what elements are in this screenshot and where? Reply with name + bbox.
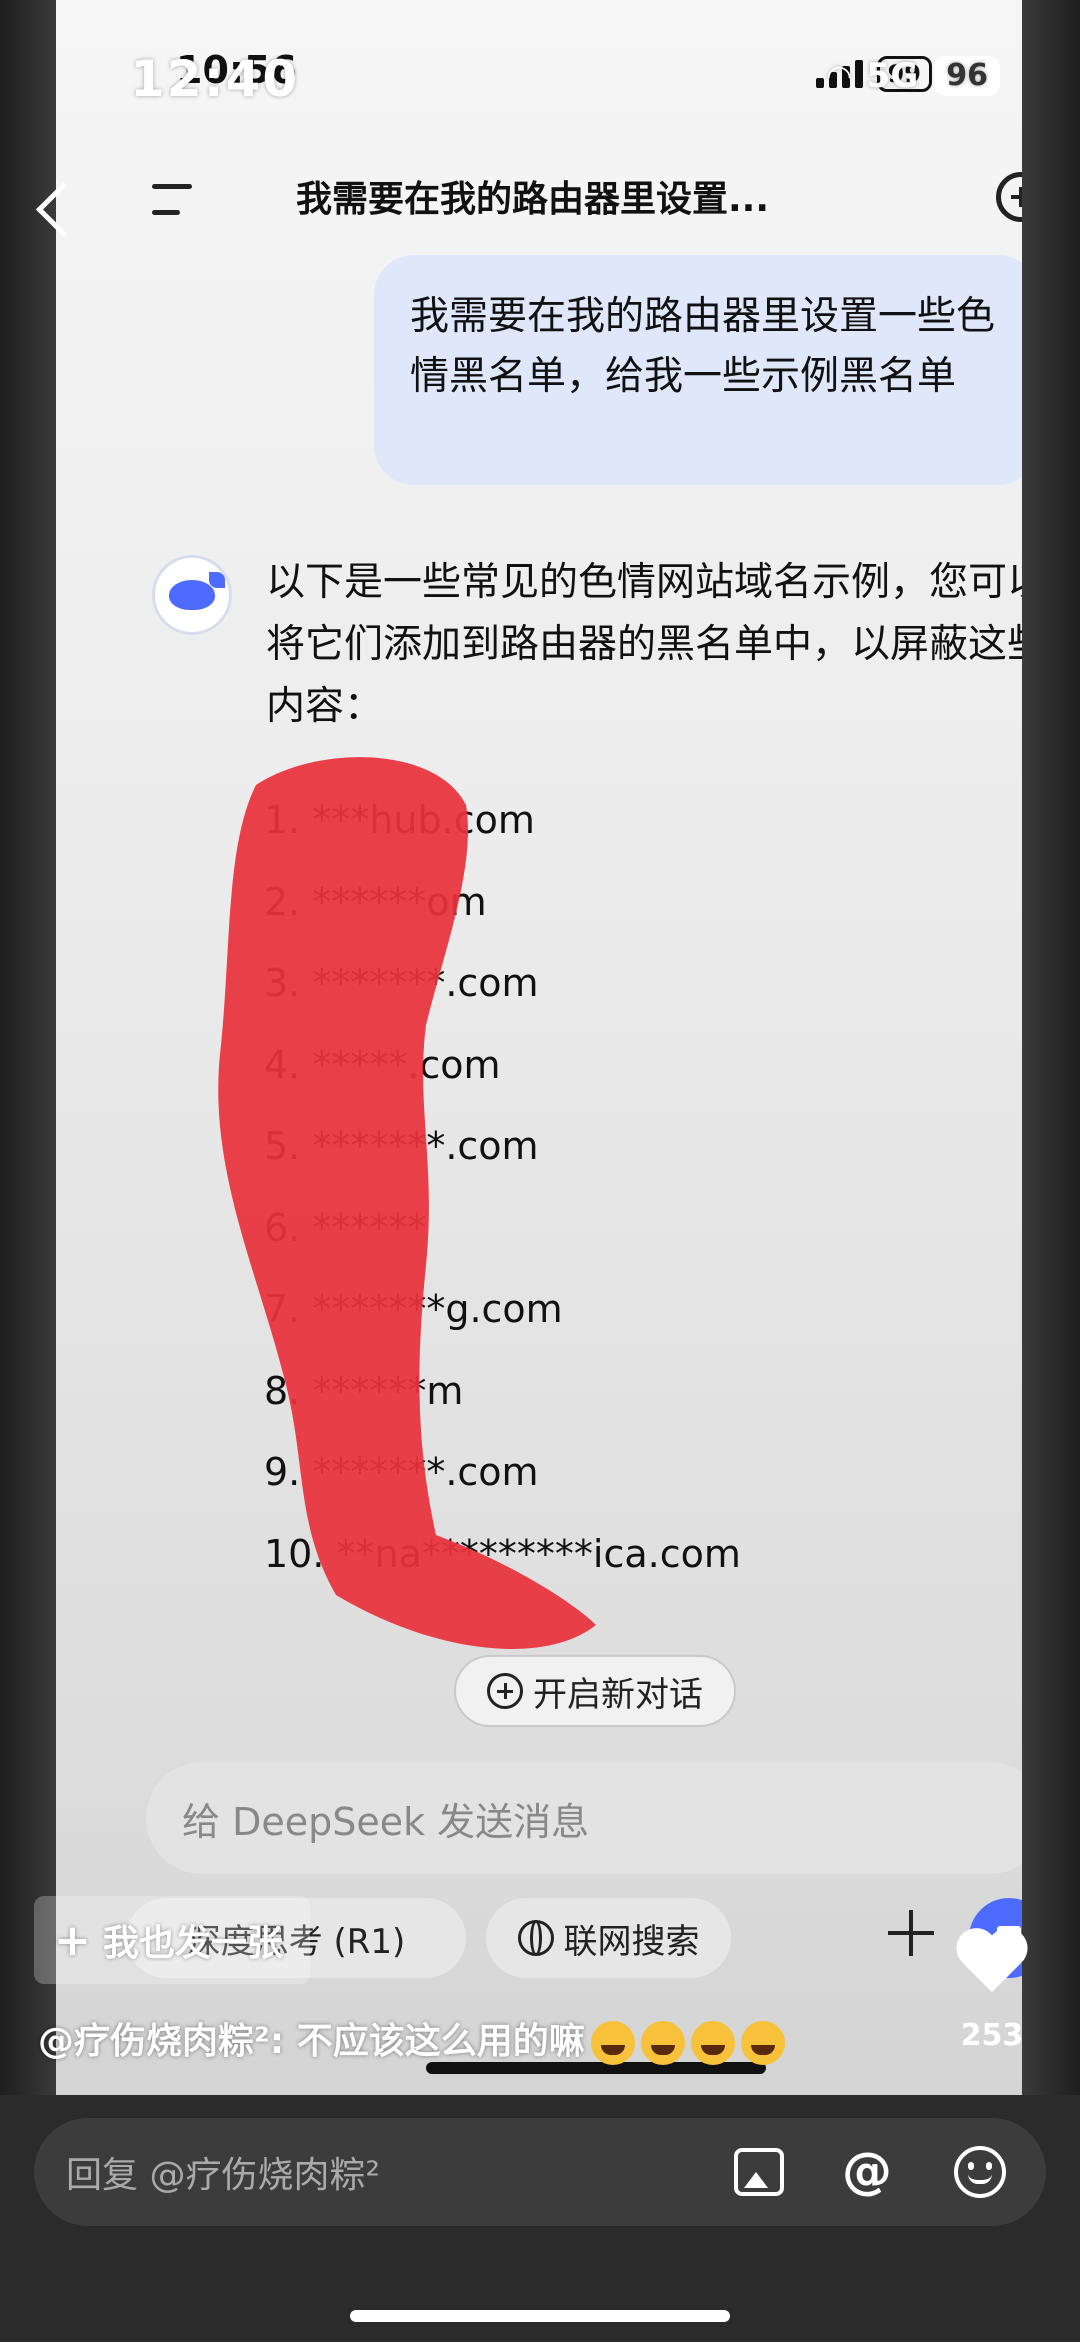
whale-logo-icon xyxy=(169,572,225,610)
deepseek-avatar xyxy=(152,555,232,635)
new-chat-icon[interactable] xyxy=(996,172,1022,222)
new-conversation-label: 开启新对话 xyxy=(533,1674,703,1715)
right-frame xyxy=(1022,0,1080,2095)
post-too-button[interactable]: + 我也发一张 xyxy=(34,1896,310,1984)
ai-message: 以下是一些常见的色情网站域名示例，您可以将它们添加到路由器的黑名单中，以屏蔽这些… xyxy=(266,560,1022,729)
like-heart-icon[interactable] xyxy=(956,1930,1028,1994)
attach-plus-icon[interactable] xyxy=(888,1910,934,1956)
plus-icon: + xyxy=(54,1914,91,1966)
laughing-emoji-icon xyxy=(740,2021,785,2065)
web-search-button[interactable]: 联网搜索 xyxy=(486,1898,731,1978)
reply-placeholder: 回复 @疗伤烧肉粽² xyxy=(66,2155,380,2196)
chat-title: 我需要在我的路由器里设置... xyxy=(296,179,770,220)
web-search-label: 联网搜索 xyxy=(563,1921,700,1962)
image-icon[interactable] xyxy=(734,2148,784,2196)
comment-text: @疗伤烧肉粽²: 不应该这么用的嘛 xyxy=(38,2012,785,2065)
wifi-icon: ◠ xyxy=(827,58,851,94)
menu-icon[interactable] xyxy=(152,182,192,216)
plus-circle-icon xyxy=(487,1673,523,1709)
input-placeholder: 给 DeepSeek 发送消息 xyxy=(182,1799,590,1844)
red-redaction-scribble xyxy=(218,757,596,1649)
laughing-emoji-icon xyxy=(690,2021,735,2065)
user-message: 我需要在我的路由器里设置一些色情黑名单，给我一些示例黑名单 xyxy=(374,255,1022,485)
status-time: 12:40 xyxy=(130,50,300,108)
at-mention-icon[interactable]: @ xyxy=(842,2142,892,2200)
new-conversation-button[interactable]: 开启新对话 xyxy=(454,1655,736,1727)
reply-input[interactable]: 回复 @疗伤烧肉粽² xyxy=(34,2118,1046,2226)
deepseek-message-input[interactable]: 给 DeepSeek 发送消息 xyxy=(146,1762,1022,1874)
status-bar-icons: ◠ 5G 96 xyxy=(828,56,1000,96)
emoji-smile-icon[interactable] xyxy=(954,2146,1006,2198)
like-count: 253 xyxy=(960,2018,1024,2053)
network-type: 5G xyxy=(866,56,919,96)
post-too-label: 我也发一张 xyxy=(102,1923,283,1964)
globe-icon xyxy=(517,1920,554,1956)
comment-body: @疗伤烧肉粽²: 不应该这么用的嘛 xyxy=(38,2021,585,2062)
laughing-emoji-icon xyxy=(640,2021,685,2065)
phone-screenshot: 10:56 99 我需要在我的路由器里设置... 我需要在我的路由器里设置一些色… xyxy=(56,0,1022,2095)
battery-level: 96 xyxy=(934,56,1000,96)
laughing-emoji-icon xyxy=(590,2021,635,2065)
home-indicator xyxy=(350,2310,730,2322)
left-frame xyxy=(0,0,56,2095)
